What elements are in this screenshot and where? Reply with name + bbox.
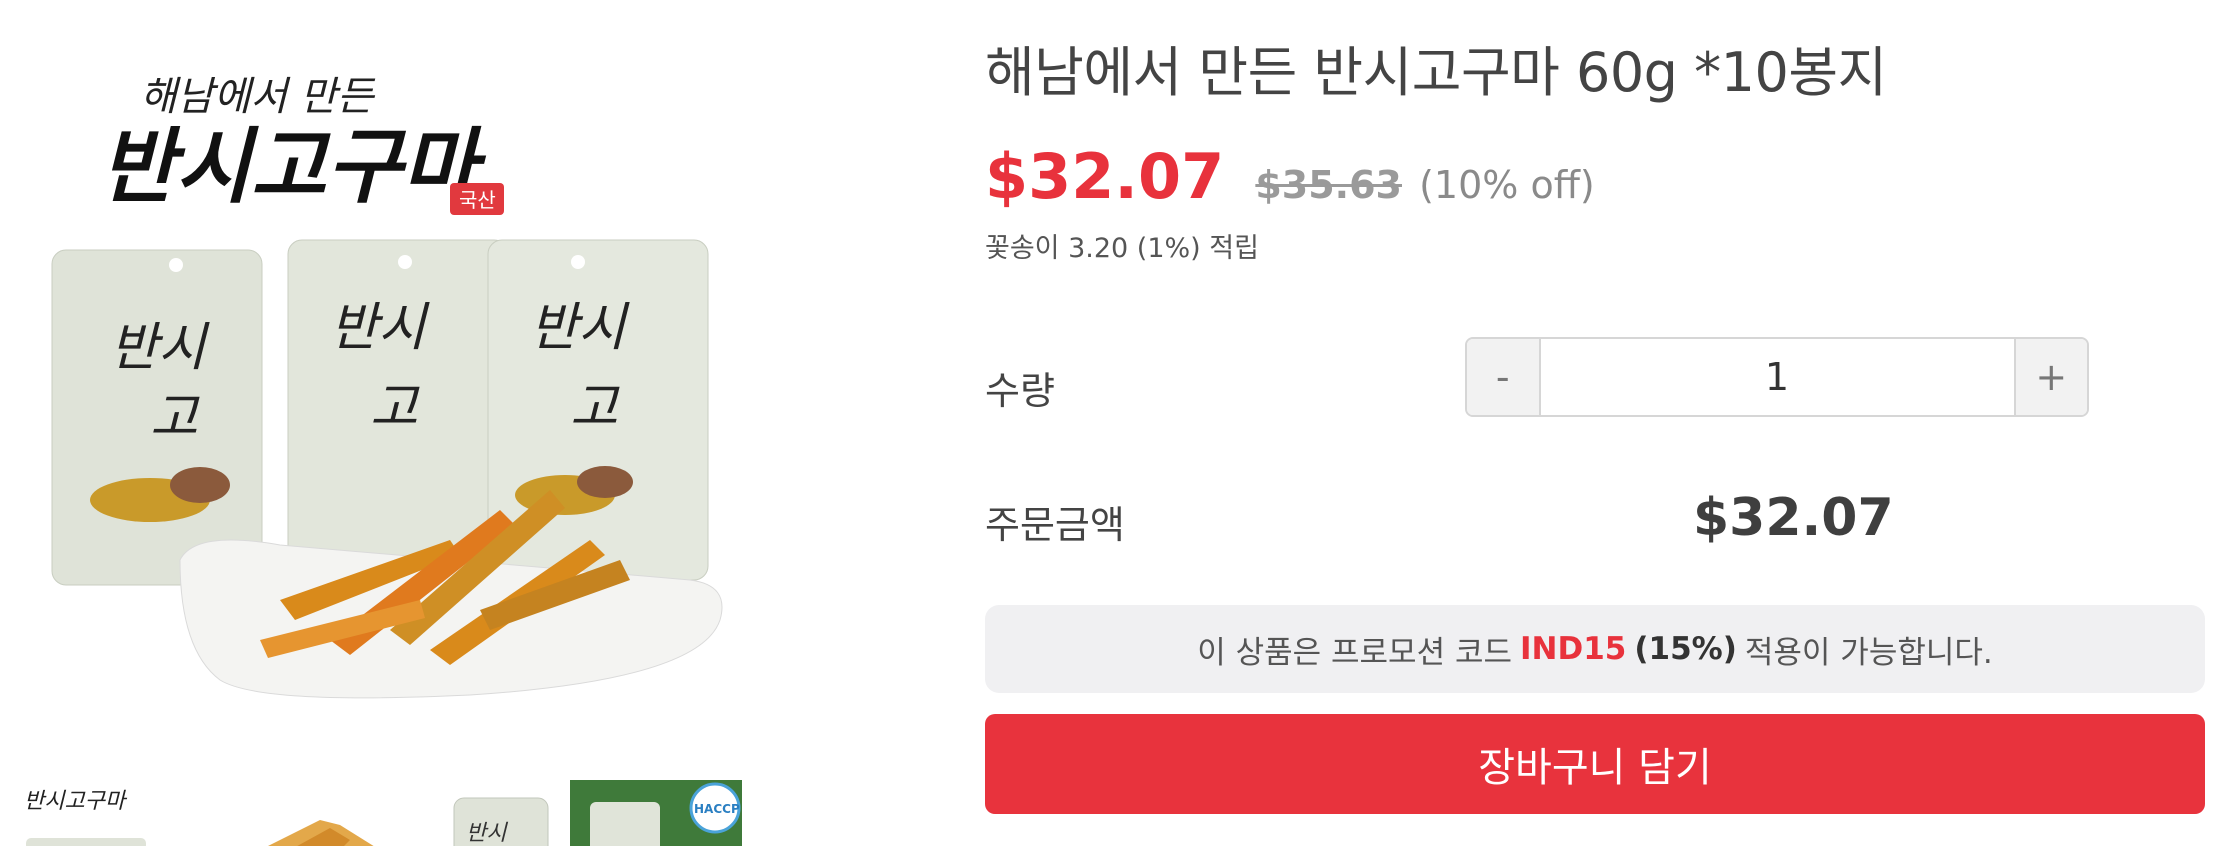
discount-rate: (10% off) [1419,163,1595,207]
thumbnail-1[interactable]: 반시고구마 [14,780,164,846]
haccp-badge-text: HACCP [694,802,740,816]
promo-prefix: 이 상품은 프로모션 코드 [1197,634,1512,671]
sale-price: $32.07 [985,140,1225,213]
reward-points: 꽃송이 3.20 (1%) 적립 [985,233,1259,264]
quantity-increase-button[interactable]: + [2013,339,2087,415]
product-gallery: 해남에서 만든 반시고구마 국산 반시 고 반시 고 반시 고 반시고구마 반시… [0,0,930,846]
image-logo-main: 반시고구마 [100,119,487,215]
promo-code: IND15 [1519,631,1627,667]
quantity-input[interactable] [1540,339,2014,415]
order-total-label: 주문금액 [985,503,1125,547]
svg-text:반시고구마: 반시고구마 [24,789,128,814]
product-info-panel: 해남에서 만든 반시고구마 60g *10봉지 $32.07 $35.63 (1… [985,0,2205,846]
quantity-label: 수량 [985,369,1055,413]
svg-text:반시: 반시 [466,821,508,846]
quantity-stepper: - + [1465,337,2089,417]
svg-text:반시: 반시 [530,298,630,358]
product-title: 해남에서 만든 반시고구마 60g *10봉지 [985,41,1887,104]
quantity-decrease-button[interactable]: - [1467,339,1541,415]
thumbnail-2[interactable] [250,780,390,846]
thumbnail-3[interactable]: 반시 [452,780,550,846]
order-total-value: $32.07 [1693,488,1894,548]
price-row: $32.07 $35.63 (10% off) [985,140,1595,213]
svg-text:고: 고 [570,378,620,438]
promo-percent: (15%) [1634,631,1737,667]
image-logo-top: 해남에서 만든 [140,74,376,120]
product-main-image[interactable]: 해남에서 만든 반시고구마 국산 반시 고 반시 고 반시 고 [30,40,750,720]
promo-code-notice: 이 상품은 프로모션 코드 IND15 (15%) 적용이 가능합니다. [985,605,2205,693]
svg-text:반시: 반시 [110,318,210,378]
svg-text:반시: 반시 [330,298,430,358]
thumbnail-4[interactable]: HACCP [570,780,742,846]
thumbnail-strip: 반시고구마 반시 HACCP [0,780,900,846]
promo-suffix: 적용이 가능합니다. [1744,634,1993,671]
image-badge: 국산 [459,188,496,212]
svg-text:고: 고 [150,388,200,448]
svg-text:고: 고 [370,378,420,438]
add-to-cart-button[interactable]: 장바구니 담기 [985,714,2205,814]
original-price: $35.63 [1255,163,1402,207]
